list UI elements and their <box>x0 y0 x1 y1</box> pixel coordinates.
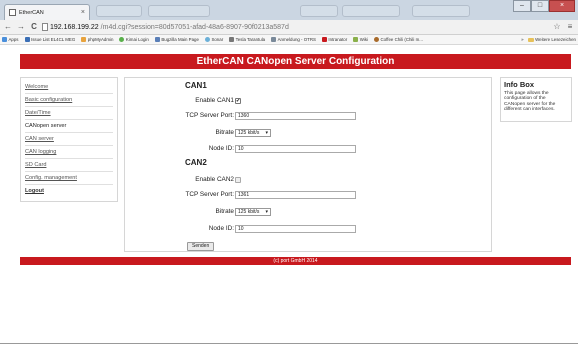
forward-arrow-icon[interactable]: → <box>16 22 26 32</box>
coffee-icon <box>374 37 380 42</box>
can2-bitrate-label: Bitrate <box>215 208 234 215</box>
menu-item-can-server[interactable]: CAN server <box>25 133 113 146</box>
bookmark-phpmyadmin[interactable]: phpMyAdmin <box>81 37 113 42</box>
bookmark-sonar[interactable]: Sonar <box>204 37 223 42</box>
bookmark-apps[interactable]: Apps <box>2 37 19 42</box>
bookmark-otrs[interactable]: Anmeldung - OTRS <box>271 37 316 42</box>
can2-bitrate-value: 125 kbit/s <box>238 208 260 215</box>
can1-bitrate-label: Bitrate <box>215 129 234 136</box>
can2-port-row: TCP Server Port: 1361 <box>125 190 493 199</box>
can1-bitrate-row: Bitrate 125 kbit/s ▾ <box>125 128 493 137</box>
bookmark-kimai[interactable]: Kimai Login <box>119 37 149 42</box>
bookmark-tesla[interactable]: Tesla Tarantula <box>229 37 265 42</box>
can1-enable-label: Enable CAN1 <box>195 97 234 104</box>
url-path: /m4d.cgi?session=80d57051-afad-48a6-8907… <box>100 23 289 31</box>
kimai-icon <box>119 37 125 42</box>
can1-node-row: Node ID: 10 <box>125 144 493 153</box>
tab-title: EtherCAN <box>19 9 44 16</box>
otrs-icon <box>271 37 277 42</box>
can2-node-label: Node ID: <box>208 225 234 232</box>
can2-enable-label: Enable CAN2 <box>195 176 234 183</box>
can2-enable-row: Enable CAN2 <box>125 175 493 184</box>
info-box-text: This page allows the configuration of th… <box>504 91 556 112</box>
apps-icon <box>2 37 7 42</box>
can1-bitrate-value: 125 kbit/s <box>238 129 260 136</box>
maximize-button[interactable]: □ <box>531 0 549 12</box>
can1-bitrate-select[interactable]: 125 kbit/s ▾ <box>235 128 271 137</box>
menu-item-can-logging[interactable]: CAN logging <box>25 146 113 159</box>
can2-enable-checkbox[interactable] <box>235 176 241 183</box>
page-favicon-icon <box>9 9 16 16</box>
bookmark-issue-list[interactable]: Issue List EL4CL MEG <box>24 37 75 42</box>
minimize-button[interactable]: – <box>513 0 531 12</box>
wiki-icon <box>353 37 359 42</box>
browser-titlebar: EtherCAN × – □ × <box>0 0 578 20</box>
menu-item-canopen-server: CANopen server <box>25 120 113 133</box>
sonar-icon <box>204 37 210 42</box>
page-title-banner: EtherCAN CANopen Server Configuration <box>20 54 571 69</box>
menu-item-basic-configuration[interactable]: Basic configuration <box>25 94 113 107</box>
can2-port-input[interactable]: 1361 <box>235 190 356 199</box>
chevron-down-icon: ▾ <box>265 208 268 215</box>
can2-heading: CAN2 <box>185 158 207 167</box>
blurred-tab[interactable] <box>342 5 400 17</box>
can2-node-row: Node ID: 10 <box>125 224 493 233</box>
can2-bitrate-select[interactable]: 125 kbit/s ▾ <box>235 207 271 216</box>
back-arrow-icon[interactable]: ← <box>3 22 13 32</box>
can2-port-label: TCP Server Port: <box>185 191 234 198</box>
other-bookmarks-folder[interactable]: Weitere Lesezeichen <box>527 37 576 42</box>
menu-item-welcome[interactable]: Welcome <box>25 81 113 94</box>
folder-icon <box>527 37 534 42</box>
browser-tab[interactable]: EtherCAN × <box>4 4 90 20</box>
issue-icon <box>24 37 30 42</box>
info-box-title: Info Box <box>504 80 534 89</box>
more-bookmarks-icon[interactable]: » <box>521 37 523 42</box>
page-footer: (c) port GmbH 2014 <box>20 257 571 265</box>
tesla-icon <box>229 37 235 42</box>
sidebar-menu: Welcome Basic configuration Date/Time CA… <box>20 77 118 202</box>
blurred-tab[interactable] <box>412 5 470 17</box>
bookmark-star-icon[interactable]: ☆ <box>552 22 562 32</box>
blurred-tab[interactable] <box>148 5 210 17</box>
can2-node-input[interactable]: 10 <box>235 224 356 233</box>
reload-icon[interactable]: C <box>29 22 39 32</box>
menu-item-logout[interactable]: Logout <box>25 185 113 198</box>
can1-enable-row: Enable CAN1 ✔ <box>125 96 493 105</box>
menu-item-config-management[interactable]: Config. management <box>25 172 113 185</box>
url-host: 192.168.199.22 <box>50 23 99 31</box>
bookmark-wiki[interactable]: Wiki <box>353 37 368 42</box>
can1-port-row: TCP Server Port: 1360 <box>125 111 493 120</box>
address-bar[interactable]: 192.168.199.22/m4d.cgi?session=80d57051-… <box>42 22 549 33</box>
bugzilla-icon <box>154 37 160 42</box>
intranator-icon <box>321 37 327 42</box>
blurred-tab[interactable] <box>300 5 338 17</box>
config-form: CAN1 Enable CAN1 ✔ TCP Server Port: 1360… <box>124 77 492 252</box>
bookmarks-bar: Apps Issue List EL4CL MEG phpMyAdmin Kim… <box>0 35 578 45</box>
browser-navbar: ← → C 192.168.199.22/m4d.cgi?session=80d… <box>0 20 578 35</box>
can2-bitrate-row: Bitrate 125 kbit/s ▾ <box>125 207 493 216</box>
window-controls: – □ × <box>513 0 575 12</box>
can1-port-input[interactable]: 1360 <box>235 111 356 120</box>
bookmark-bugzilla[interactable]: Bugzilla Main Page <box>154 37 199 42</box>
can1-node-label: Node ID: <box>208 145 234 152</box>
can1-heading: CAN1 <box>185 81 207 90</box>
browser-menu-icon[interactable]: ≡ <box>565 22 575 32</box>
chevron-down-icon: ▾ <box>265 129 268 136</box>
phpmyadmin-icon <box>81 37 87 42</box>
close-window-button[interactable]: × <box>549 0 575 12</box>
can1-enable-checkbox[interactable]: ✔ <box>235 97 241 104</box>
can1-node-input[interactable]: 10 <box>235 144 356 153</box>
menu-item-date-time[interactable]: Date/Time <box>25 107 113 120</box>
submit-button[interactable]: Senden <box>187 242 215 251</box>
info-box: Info Box This page allows the configurat… <box>500 77 572 122</box>
menu-item-sd-card[interactable]: SD Card <box>25 159 113 172</box>
window-bottom-border <box>0 343 578 344</box>
bookmark-coffee[interactable]: Coffee Chili (Chili m... <box>374 37 423 42</box>
can1-port-label: TCP Server Port: <box>185 112 234 119</box>
new-tab-button[interactable] <box>96 5 142 17</box>
page-document-icon <box>42 23 48 31</box>
tab-close-icon[interactable]: × <box>81 9 85 16</box>
bookmark-intranator[interactable]: Intranator <box>321 37 347 42</box>
